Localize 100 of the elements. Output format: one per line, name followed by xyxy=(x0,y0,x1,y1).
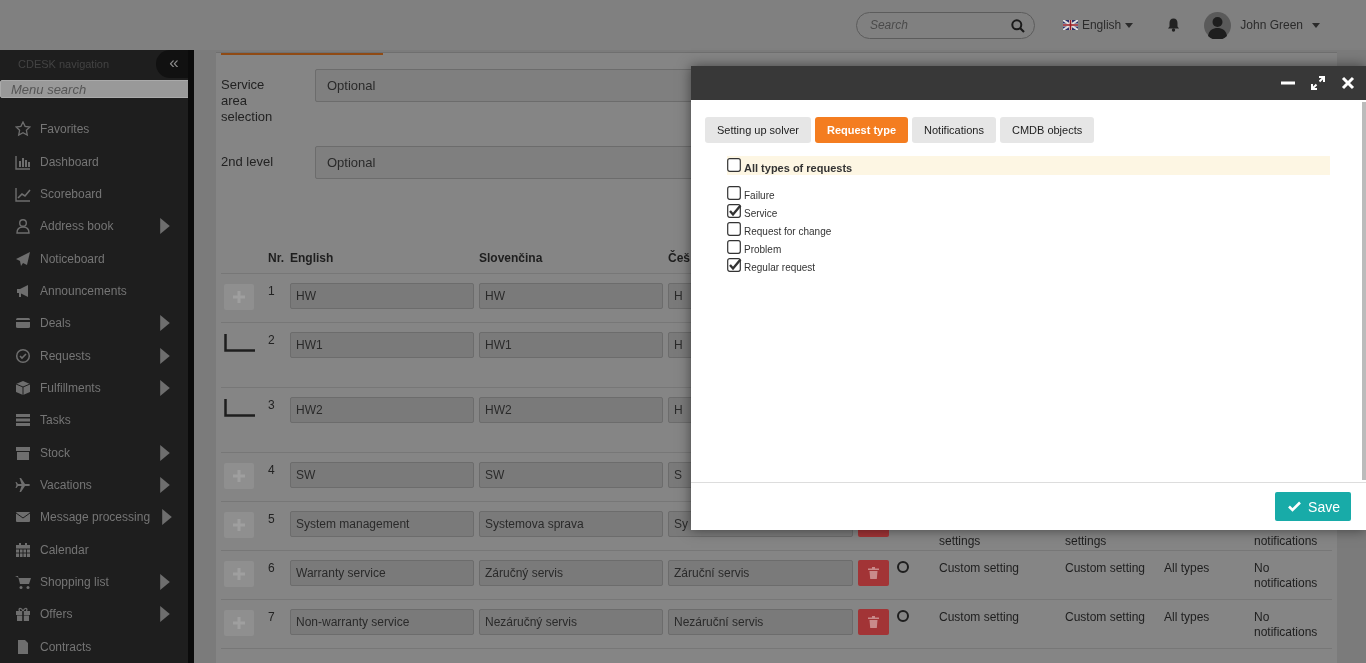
table-cell-text: Custom setting xyxy=(1065,560,1147,577)
cube-icon xyxy=(15,380,31,397)
option-label: Regular request xyxy=(744,262,816,273)
row-number: 1 xyxy=(268,283,276,300)
trash-icon xyxy=(868,616,879,628)
megaphone-icon xyxy=(15,283,31,300)
sidebar-item[interactable]: Vacations xyxy=(0,468,188,502)
user-menu[interactable]: John Green xyxy=(1204,11,1320,39)
text-field[interactable]: HW xyxy=(479,283,663,309)
close-icon[interactable] xyxy=(1341,76,1355,90)
sidebar-item[interactable]: Announcements xyxy=(0,274,188,308)
column-header: English xyxy=(290,251,335,265)
save-button[interactable]: Save xyxy=(1275,492,1351,521)
sidebar-item[interactable]: Deals xyxy=(0,307,188,340)
text-field[interactable]: HW2 xyxy=(290,397,474,423)
table-cell-text: All types xyxy=(1164,609,1211,626)
document-icon xyxy=(15,638,31,655)
language-selector[interactable]: English xyxy=(1062,18,1134,32)
sidebar-item[interactable]: Address book xyxy=(0,210,188,243)
option-label: Service xyxy=(744,208,778,219)
sidebar-item[interactable]: Offers xyxy=(0,598,188,631)
table-cell-text: Custom setting xyxy=(939,560,1021,577)
sidebar-item[interactable]: Calendar xyxy=(0,533,188,566)
radio-button[interactable] xyxy=(897,561,909,573)
sidebar-item[interactable]: Message processing xyxy=(0,501,188,534)
sidebar-item[interactable]: Requests xyxy=(0,339,188,372)
table-cell-text: Custom setting xyxy=(1065,609,1147,626)
row-number: 3 xyxy=(268,397,276,414)
sidebar-item[interactable]: Dashboard xyxy=(0,145,188,178)
scrollbar[interactable] xyxy=(1362,102,1366,480)
text-field[interactable]: Záručný servis xyxy=(479,560,663,586)
expand-icon[interactable] xyxy=(1311,76,1325,90)
checked-checkbox[interactable] xyxy=(727,258,742,273)
field-label: Service area selection xyxy=(221,76,274,125)
person-icon xyxy=(15,218,31,235)
radio-button[interactable] xyxy=(897,610,909,622)
tab[interactable]: Request type xyxy=(814,117,908,143)
sidebar-item[interactable]: Fulfillments xyxy=(0,371,188,405)
text-field[interactable]: Systemova sprava xyxy=(479,511,663,537)
table-cell-text: No notifications xyxy=(1254,609,1319,641)
search-icon[interactable] xyxy=(1010,18,1025,33)
text-field[interactable]: Nezáručný servis xyxy=(479,609,663,635)
flag-icon xyxy=(1062,20,1078,30)
row-number: 2 xyxy=(268,332,276,349)
option-label: Problem xyxy=(744,244,782,255)
text-field[interactable]: HW xyxy=(290,283,474,309)
row-number: 4 xyxy=(268,462,276,479)
delete-button[interactable] xyxy=(858,609,889,635)
caret-icon xyxy=(1312,22,1320,28)
checkbox[interactable] xyxy=(727,222,742,237)
menu-search-field[interactable]: Menu search xyxy=(0,80,188,99)
text-field[interactable]: Warranty service xyxy=(290,560,474,586)
text-field[interactable]: Záruční servis xyxy=(668,560,853,586)
checkbox[interactable] xyxy=(727,158,742,173)
tab[interactable]: CMDB objects xyxy=(999,117,1095,143)
gift-icon xyxy=(15,606,31,623)
stack-icon xyxy=(15,412,31,429)
text-field[interactable]: SW xyxy=(290,462,474,488)
tab[interactable]: Notifications xyxy=(912,117,996,143)
trash-icon xyxy=(868,567,879,579)
sidebar-item[interactable]: Favorites xyxy=(0,113,188,146)
table-cell-text: Custom setting xyxy=(939,609,1021,626)
column-header: Slovenčina xyxy=(479,251,544,265)
tab[interactable]: Setting up solver xyxy=(705,117,811,143)
option-label: Request for change xyxy=(744,226,832,237)
checkbox[interactable] xyxy=(727,186,742,201)
checkbox[interactable] xyxy=(727,240,742,255)
sidebar-item[interactable]: Tasks xyxy=(0,404,188,437)
table-cell-text: notifications xyxy=(1254,534,1319,549)
sidebar-item[interactable]: Noticeboard xyxy=(0,242,188,275)
row-number: 6 xyxy=(268,560,276,577)
line-chart-icon xyxy=(15,186,31,202)
child-indent-icon xyxy=(224,399,256,417)
table-cell-text: settings xyxy=(1065,534,1108,549)
text-field[interactable]: HW2 xyxy=(479,397,663,423)
calendar-icon xyxy=(15,541,31,558)
avatar-icon xyxy=(1204,11,1232,39)
sidebar-item[interactable]: Shopping list xyxy=(0,565,188,599)
collapse-button[interactable]: « xyxy=(156,50,188,78)
text-field[interactable]: Non-warranty service xyxy=(290,609,474,635)
table-cell-text: No notifications xyxy=(1254,560,1319,592)
text-field[interactable]: System management xyxy=(290,511,474,537)
row-number: 5 xyxy=(268,511,276,528)
airplane-icon xyxy=(15,477,31,494)
text-field[interactable]: HW1 xyxy=(290,332,474,358)
table-cell-text: settings xyxy=(939,534,982,549)
sidebar-item[interactable]: Contracts xyxy=(0,630,188,663)
row-number: 7 xyxy=(268,609,276,626)
delete-button[interactable] xyxy=(858,560,889,586)
text-field[interactable]: SW xyxy=(479,462,663,488)
bell-icon[interactable] xyxy=(1167,18,1181,32)
sidebar-item[interactable]: Scoreboard xyxy=(0,177,188,211)
column-header: Češ xyxy=(668,251,691,265)
table-cell-text: All types xyxy=(1164,560,1211,577)
text-field[interactable]: HW1 xyxy=(479,332,663,358)
text-field[interactable]: Nezáruční servis xyxy=(668,609,853,635)
checked-checkbox[interactable] xyxy=(727,204,742,219)
sidebar-item[interactable]: Stock xyxy=(0,436,188,469)
column-header: Nr. xyxy=(268,251,285,265)
archive-box-icon xyxy=(15,444,31,461)
